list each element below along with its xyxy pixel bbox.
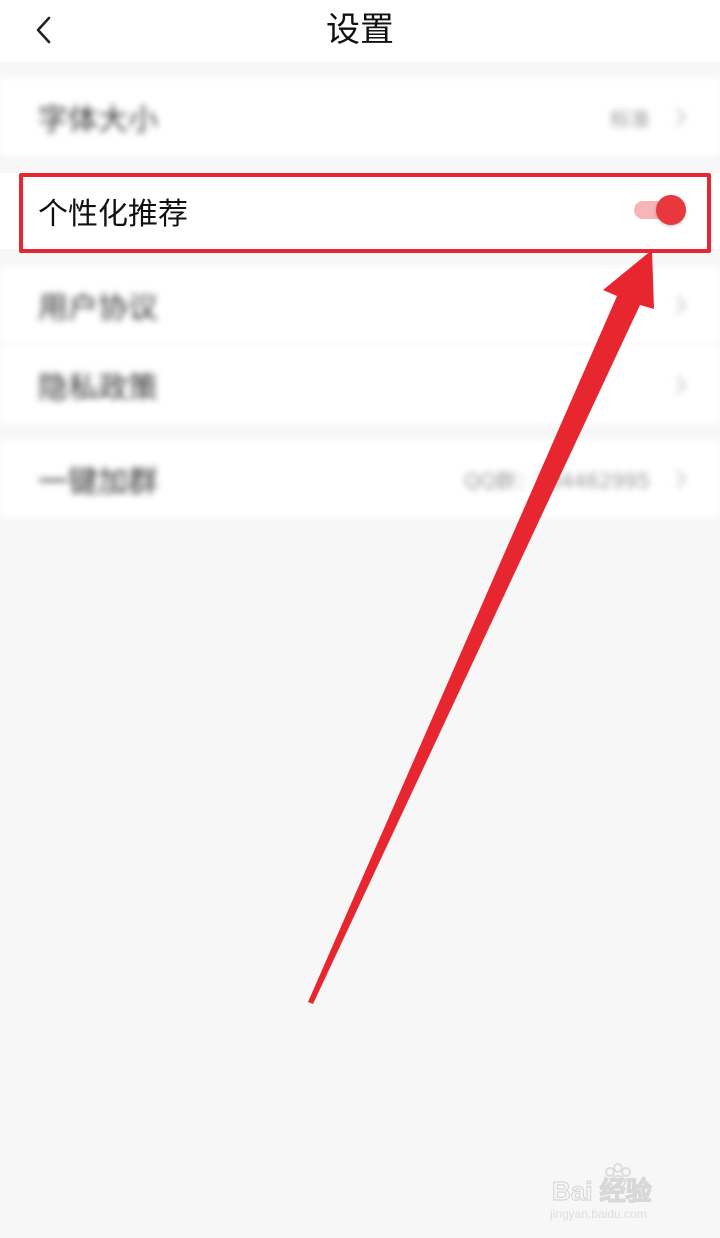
font-size-value: 标准 bbox=[610, 106, 650, 131]
svg-text:Bai 经验: Bai 经验 bbox=[552, 1176, 652, 1206]
personalized-toggle[interactable] bbox=[634, 195, 686, 225]
baidu-watermark: Bai 经验 jingyan.baidu.com bbox=[542, 1162, 682, 1222]
join-group-label: 一键加群 bbox=[38, 465, 158, 500]
chevron-right-icon bbox=[676, 376, 687, 394]
privacy-policy-label: 隐私政策 bbox=[38, 371, 158, 406]
font-size-label: 字体大小 bbox=[38, 103, 158, 138]
toggle-thumb bbox=[656, 195, 686, 225]
chevron-right-icon bbox=[676, 296, 687, 314]
page-title: 设置 bbox=[326, 10, 394, 50]
baidu-paw-icon: Bai 经验 jingyan.baidu.com bbox=[549, 1163, 652, 1221]
settings-row-join-group[interactable]: 一键加群 QQ群：784462995 bbox=[0, 440, 720, 518]
svg-text:jingyan.baidu.com: jingyan.baidu.com bbox=[549, 1207, 647, 1221]
settings-row-user-agreement[interactable]: 用户协议 bbox=[0, 266, 720, 344]
join-group-value: QQ群：784462995 bbox=[463, 468, 650, 493]
personalized-label: 个性化推荐 bbox=[38, 197, 188, 232]
user-agreement-label: 用户协议 bbox=[38, 291, 158, 326]
settings-row-personalized: 个性化推荐 bbox=[0, 173, 720, 249]
chevron-right-icon bbox=[676, 108, 687, 126]
settings-row-privacy-policy[interactable]: 隐私政策 bbox=[0, 346, 720, 424]
settings-row-font-size[interactable]: 字体大小 标准 bbox=[0, 78, 720, 156]
top-bar: 设置 bbox=[0, 0, 720, 62]
chevron-right-icon bbox=[676, 470, 687, 488]
